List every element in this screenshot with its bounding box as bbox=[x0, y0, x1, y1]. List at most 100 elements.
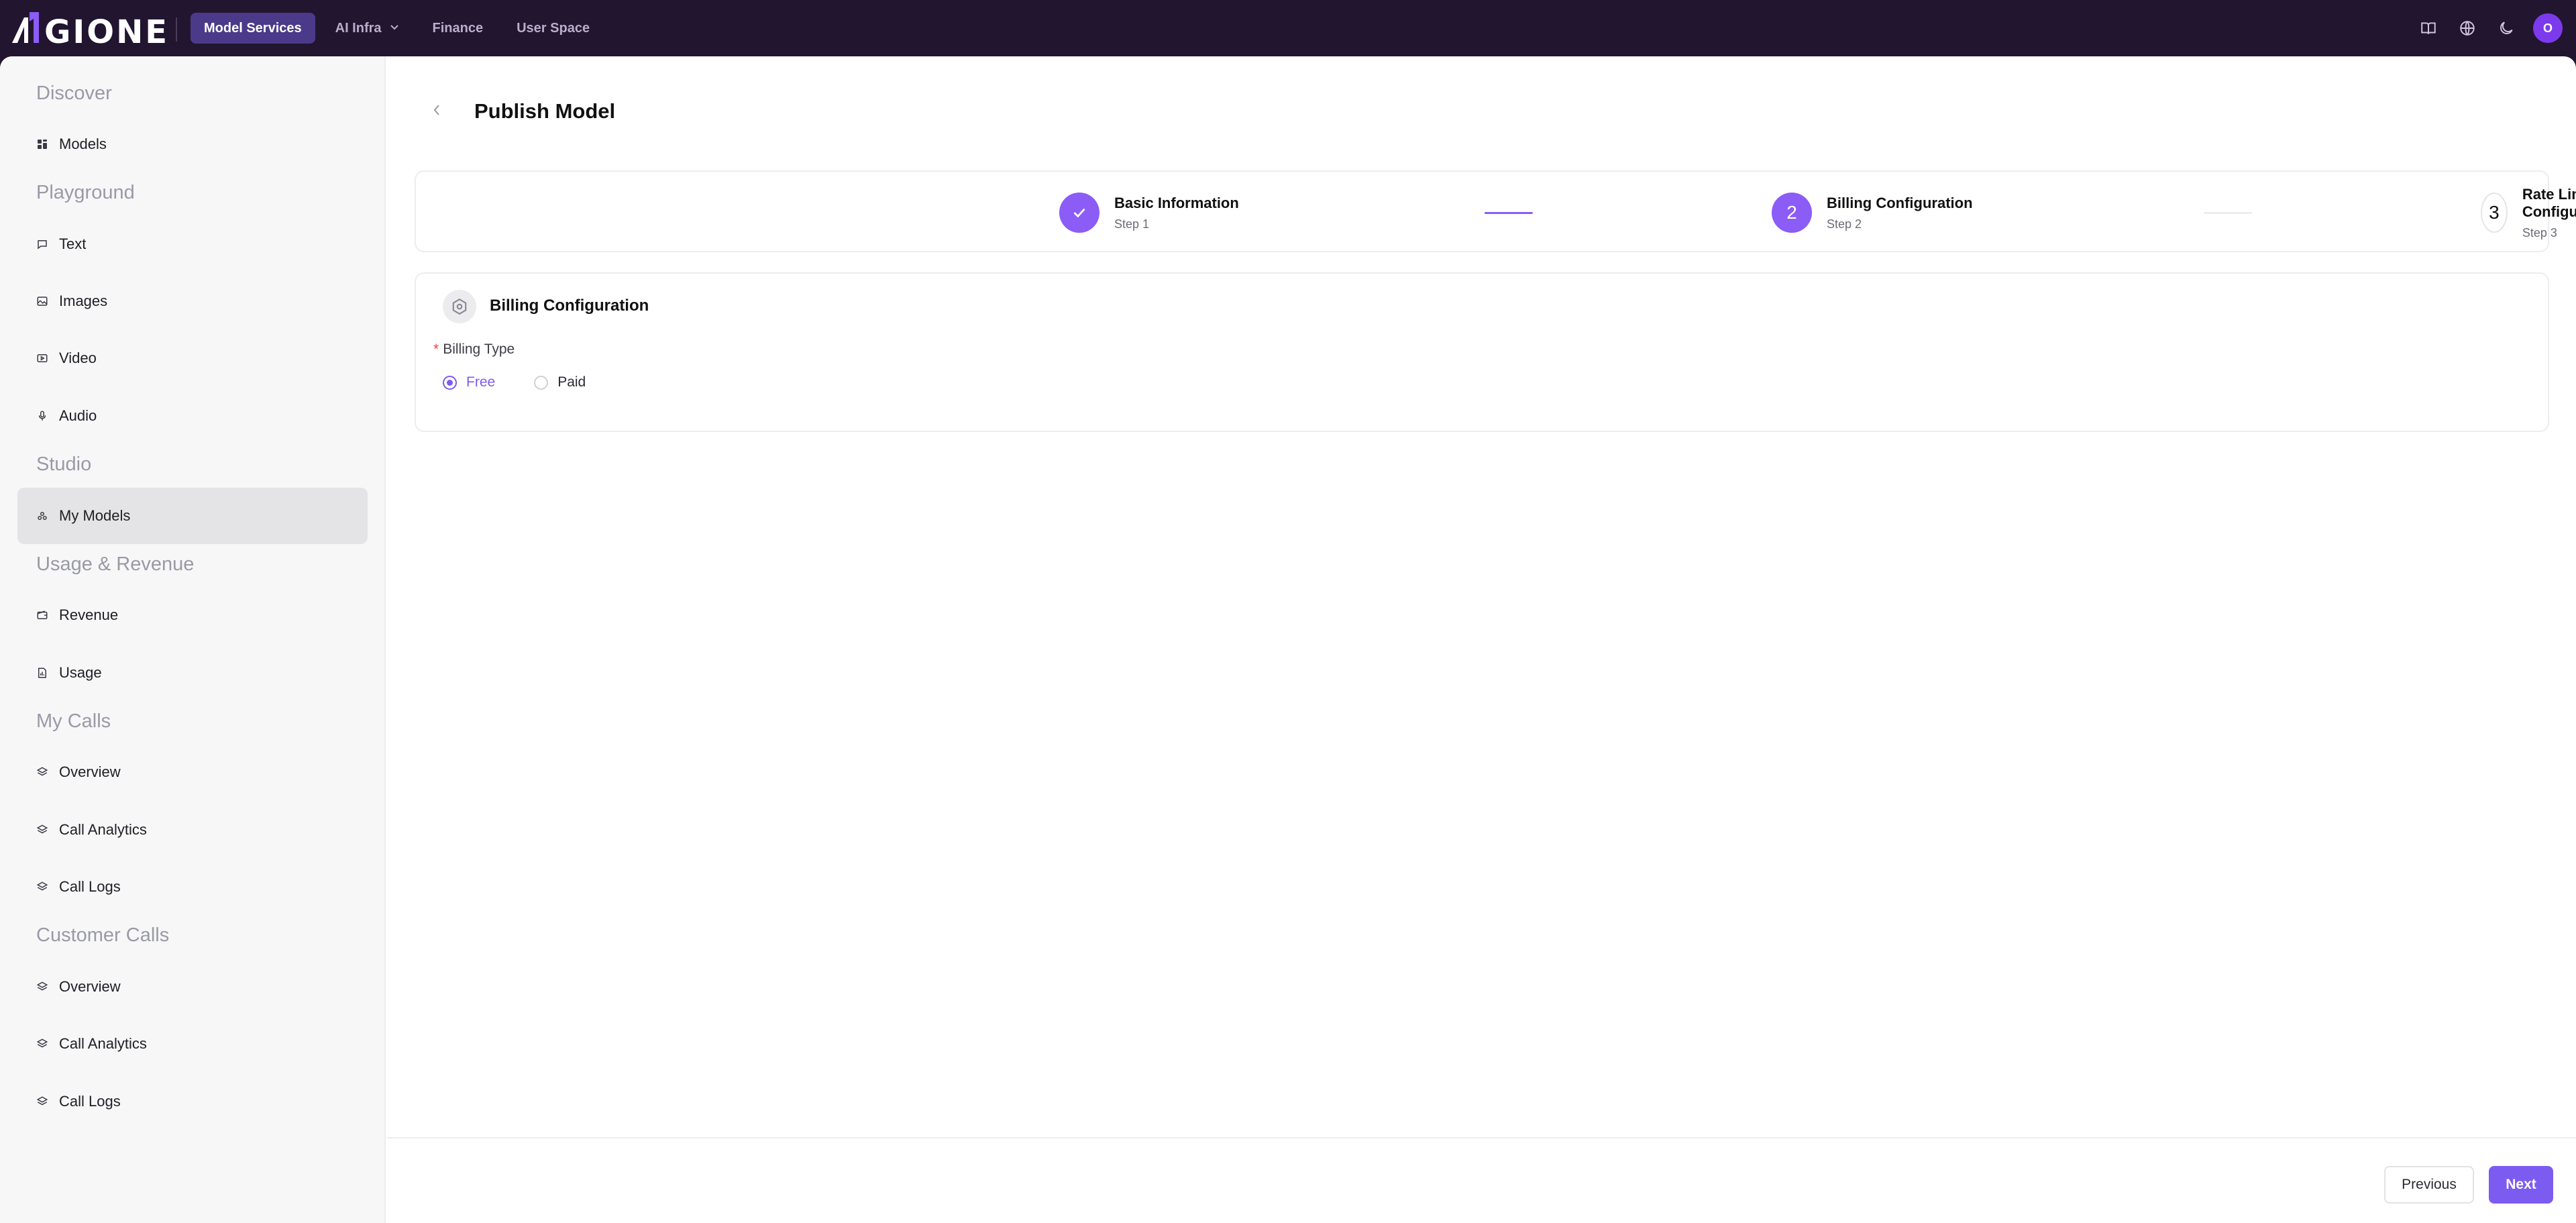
sidebar-item-label: Images bbox=[59, 293, 108, 309]
sidebar-item-label: Call Logs bbox=[59, 1093, 121, 1110]
sidebar-item-label: Video bbox=[59, 350, 97, 366]
sidebar-item-label: My Models bbox=[59, 507, 131, 524]
sidebar-item-label: Revenue bbox=[59, 606, 119, 623]
chat-bubble-icon bbox=[36, 238, 48, 250]
sidebar-item-label: Call Analytics bbox=[59, 1035, 147, 1052]
section-title-studio: Studio bbox=[36, 454, 92, 475]
wallet-icon bbox=[36, 609, 48, 621]
video-icon bbox=[36, 352, 48, 364]
chevron-left-icon bbox=[432, 103, 441, 120]
sidebar-item-revenue[interactable]: Revenue bbox=[17, 587, 368, 643]
layers-icon bbox=[36, 824, 48, 836]
step-billing-configuration[interactable]: 2 Billing Configuration Step 2 bbox=[1772, 192, 1973, 233]
sidebar: Discover Models Playground Text Images V… bbox=[0, 56, 386, 1223]
billing-type-label-text: Billing Type bbox=[443, 341, 515, 357]
layers-icon bbox=[36, 981, 48, 993]
step-title: Basic Information bbox=[1114, 194, 1239, 211]
step-complete-check-icon bbox=[1059, 193, 1099, 233]
layers-icon bbox=[36, 1096, 48, 1108]
moon-icon[interactable] bbox=[2494, 16, 2518, 40]
sidebar-item-my-calls-logs[interactable]: Call Logs bbox=[17, 859, 368, 915]
step-subtitle: Step 3 bbox=[2522, 225, 2557, 240]
radio-label: Free bbox=[466, 374, 496, 390]
next-button[interactable]: Next bbox=[2489, 1166, 2553, 1204]
radio-label: Paid bbox=[557, 374, 586, 390]
book-icon[interactable] bbox=[2416, 16, 2440, 40]
chevron-down-icon bbox=[390, 22, 399, 34]
top-actions: O bbox=[2416, 13, 2563, 43]
nav-finance[interactable]: Finance bbox=[419, 13, 497, 44]
settings-hexagon-icon bbox=[443, 290, 476, 323]
section-title-discover: Discover bbox=[36, 83, 112, 104]
globe-icon[interactable] bbox=[2455, 16, 2479, 40]
sidebar-item-video[interactable]: Video bbox=[17, 330, 368, 386]
step-connector-complete bbox=[1485, 212, 1533, 214]
layers-icon bbox=[36, 1038, 48, 1050]
nav-ai-infra[interactable]: AI Infra bbox=[322, 13, 413, 44]
sidebar-item-label: Overview bbox=[59, 978, 121, 995]
sidebar-item-customer-calls-overview[interactable]: Overview bbox=[17, 959, 368, 1015]
step-subtitle: Step 1 bbox=[1114, 217, 1150, 231]
logo-divider bbox=[176, 17, 177, 42]
sidebar-item-label: Call Analytics bbox=[59, 821, 147, 838]
billing-type-paid-radio[interactable]: Paid bbox=[534, 374, 586, 390]
sidebar-item-my-calls-overview[interactable]: Overview bbox=[17, 744, 368, 800]
microphone-icon bbox=[36, 410, 48, 422]
sidebar-item-label: Overview bbox=[59, 763, 121, 780]
models-icon bbox=[36, 510, 48, 522]
sidebar-item-label: Models bbox=[59, 136, 107, 152]
section-title-my-calls: My Calls bbox=[36, 710, 111, 732]
sidebar-item-audio[interactable]: Audio bbox=[17, 388, 368, 444]
sidebar-item-models[interactable]: Models bbox=[17, 116, 368, 172]
layers-icon bbox=[36, 881, 48, 893]
sidebar-item-customer-calls-analytics[interactable]: Call Analytics bbox=[17, 1016, 368, 1072]
step-number: 3 bbox=[2481, 193, 2508, 233]
sidebar-item-label: Usage bbox=[59, 664, 102, 681]
main-content: Publish Model Basic Information Step 1 2… bbox=[387, 56, 2576, 1223]
document-chart-icon bbox=[36, 667, 48, 679]
sidebar-item-label: Call Logs bbox=[59, 878, 121, 895]
image-icon bbox=[36, 295, 48, 307]
nav-label: AI Infra bbox=[335, 20, 382, 36]
nav-model-services[interactable]: Model Services bbox=[191, 13, 315, 44]
sidebar-item-images[interactable]: Images bbox=[17, 273, 368, 329]
user-avatar[interactable]: O bbox=[2533, 13, 2563, 43]
billing-card-title: Billing Configuration bbox=[490, 297, 649, 315]
sidebar-item-label: Text bbox=[59, 235, 87, 252]
sidebar-item-usage[interactable]: Usage bbox=[17, 645, 368, 701]
nav-label: Finance bbox=[432, 20, 484, 36]
required-mark: * bbox=[433, 341, 439, 357]
step-subtitle: Step 2 bbox=[1827, 217, 1862, 231]
billing-type-radio-group: Free Paid bbox=[443, 374, 625, 390]
sidebar-item-customer-calls-logs[interactable]: Call Logs bbox=[17, 1073, 368, 1130]
top-nav: Model Services AI Infra Finance User Spa… bbox=[191, 13, 603, 44]
sidebar-item-text[interactable]: Text bbox=[17, 216, 368, 272]
billing-type-free-radio[interactable]: Free bbox=[443, 374, 495, 390]
step-title: Billing Configuration bbox=[1827, 194, 1973, 211]
nav-label: User Space bbox=[517, 20, 590, 36]
section-title-usage-revenue: Usage & Revenue bbox=[36, 553, 195, 575]
billing-type-label: * Billing Type bbox=[433, 341, 515, 358]
back-button[interactable] bbox=[427, 101, 447, 121]
top-bar: GIONE Model Services AI Infra Finance Us… bbox=[0, 0, 2576, 56]
form-footer: Previous Next bbox=[387, 1137, 2576, 1223]
page-title: Publish Model bbox=[474, 99, 616, 123]
brand-logo[interactable]: GIONE bbox=[9, 5, 170, 52]
section-title-playground: Playground bbox=[36, 182, 135, 203]
radio-unchecked-indicator bbox=[534, 375, 549, 390]
billing-configuration-card: Billing Configuration * Billing Type Free… bbox=[415, 272, 2549, 432]
nav-user-space[interactable]: User Space bbox=[503, 13, 603, 44]
sidebar-item-my-calls-analytics[interactable]: Call Analytics bbox=[17, 802, 368, 858]
sidebar-item-my-models[interactable]: My Models bbox=[17, 488, 368, 544]
svg-text:GIONE: GIONE bbox=[44, 13, 169, 50]
section-title-customer-calls: Customer Calls bbox=[36, 924, 170, 946]
previous-button[interactable]: Previous bbox=[2384, 1166, 2474, 1204]
sidebar-item-label: Audio bbox=[59, 407, 97, 424]
stepper: Basic Information Step 1 2 Billing Confi… bbox=[415, 170, 2576, 252]
nav-label: Model Services bbox=[204, 20, 302, 36]
grid-icon bbox=[36, 138, 48, 150]
step-basic-information[interactable]: Basic Information Step 1 bbox=[1059, 192, 1239, 233]
app-frame: Discover Models Playground Text Images V… bbox=[0, 56, 2576, 1223]
step-rate-limit-configuration[interactable]: 3 Rate Limit Configuration Step 3 bbox=[2481, 186, 2576, 240]
radio-checked-indicator bbox=[443, 375, 457, 390]
